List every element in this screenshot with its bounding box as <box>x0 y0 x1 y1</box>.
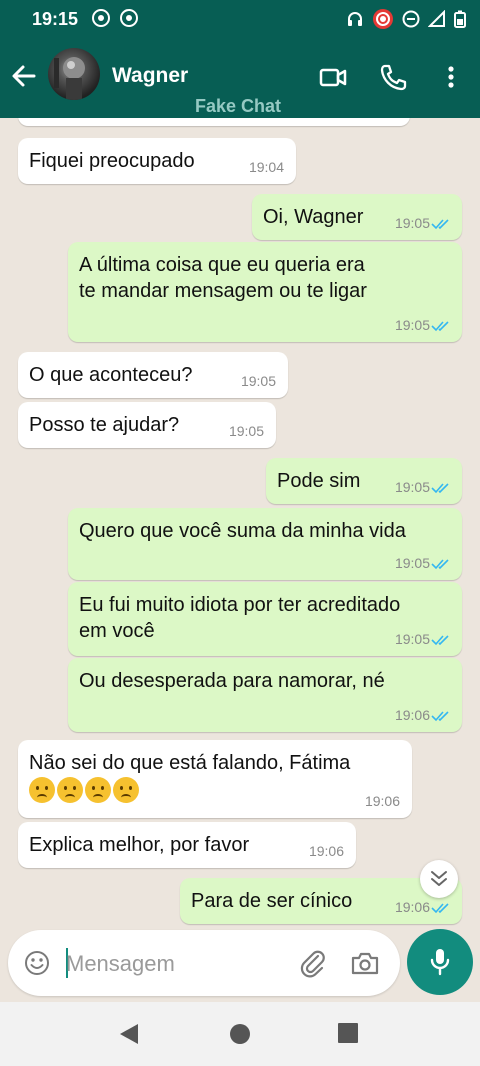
message-text: Oi, Wagner <box>263 206 364 228</box>
screen-record-icon <box>373 9 393 29</box>
incoming-message[interactable]: O que aconteceu? 19:05 <box>18 352 288 398</box>
message-text: Quero que você suma da minha vida <box>79 520 406 542</box>
frowning-face-emoji <box>85 776 111 803</box>
incoming-message[interactable]: Posso te ajudar? 19:05 <box>18 402 276 448</box>
message-time: 19:04 <box>248 159 284 175</box>
message-time: 19:05 <box>240 373 276 389</box>
incoming-message[interactable]: Fiquei preocupado 19:04 <box>18 138 296 184</box>
message-time: 19:05 <box>394 317 430 333</box>
message-time: 19:06 <box>394 899 430 915</box>
message-text: Posso te ajudar? <box>29 414 180 436</box>
message-line: Eu fui muito idiota por ter acreditado <box>79 594 401 616</box>
message-text: Ou desesperada para namorar, né <box>79 670 385 692</box>
read-receipt-icon <box>431 559 449 570</box>
voice-call-icon[interactable] <box>378 62 408 92</box>
message-time: 19:06 <box>364 793 400 809</box>
nav-back-icon[interactable] <box>118 1022 140 1046</box>
message-composer: Mensagem <box>8 930 400 996</box>
message-time: 19:05 <box>394 215 430 231</box>
read-receipt-icon <box>431 711 449 722</box>
incoming-message[interactable]: Explica melhor, por favor 19:06 <box>18 822 356 868</box>
frowning-face-emoji <box>113 776 139 803</box>
frowning-face-emoji <box>29 776 55 803</box>
read-receipt-icon <box>431 219 449 230</box>
message-time: 19:06 <box>394 707 430 723</box>
message-line: Não sei do que está falando, Fátima <box>29 752 351 774</box>
status-notification-icons <box>92 9 138 27</box>
app-watermark: Fake Chat <box>195 96 282 116</box>
chat-header: Wagner Fake Chat <box>0 38 480 118</box>
message-text: Fiquei preocupado <box>29 150 195 172</box>
outgoing-message[interactable]: Oi, Wagner 19:05 <box>252 194 462 240</box>
message-line: em você <box>79 620 155 642</box>
message-time: 19:05 <box>394 555 430 571</box>
camera-icon[interactable] <box>350 948 380 978</box>
battery-icon <box>454 10 466 28</box>
headset-icon <box>348 12 362 26</box>
nav-home-icon[interactable] <box>229 1023 251 1045</box>
outgoing-message[interactable]: Ou desesperada para namorar, né 19:06 <box>68 658 462 732</box>
message-time: 19:06 <box>308 843 344 859</box>
do-not-disturb-icon <box>402 10 420 28</box>
microphone-icon <box>430 949 450 976</box>
message-time: 19:05 <box>228 423 264 439</box>
message-text: Para de ser cínico <box>191 890 353 912</box>
message-text: Pode sim <box>277 470 361 492</box>
read-receipt-icon <box>431 903 449 914</box>
incoming-message[interactable]: Não sei do que está falando, Fátima 19:0… <box>18 740 412 818</box>
back-arrow-icon[interactable] <box>10 62 38 90</box>
frowning-face-emoji <box>57 776 83 803</box>
read-receipt-icon <box>431 483 449 494</box>
signal-icon <box>428 10 445 27</box>
status-system-icons <box>346 8 466 30</box>
message-bubble-partial[interactable] <box>18 118 410 126</box>
chat-messages-area[interactable]: Fiquei preocupado 19:04 Oi, Wagner 19:05… <box>0 118 480 930</box>
message-text: A última coisa que eu queria era te manda… <box>79 252 367 304</box>
emoji-row <box>29 776 141 803</box>
outgoing-message[interactable]: Eu fui muito idiota por ter acreditado em… <box>68 582 462 656</box>
message-input[interactable]: Mensagem <box>66 951 175 977</box>
voice-message-button[interactable] <box>407 929 473 995</box>
scroll-to-bottom-button[interactable] <box>420 860 458 898</box>
status-time: 19:15 <box>32 9 79 29</box>
message-time: 19:05 <box>394 631 430 647</box>
record-notification-icon <box>92 9 110 27</box>
message-text: Explica melhor, por favor <box>29 834 250 856</box>
outgoing-message[interactable]: Pode sim 19:05 <box>266 458 462 504</box>
message-time: 19:05 <box>394 479 430 495</box>
system-navigation-bar <box>0 1002 480 1066</box>
read-receipt-icon <box>431 635 449 646</box>
message-line: te mandar mensagem ou te ligar <box>79 280 367 302</box>
video-call-icon[interactable] <box>318 62 348 92</box>
double-chevron-down-icon <box>431 871 447 886</box>
message-text: Eu fui muito idiota por ter acreditado em… <box>79 592 400 644</box>
outgoing-message[interactable]: Quero que você suma da minha vida 19:05 <box>68 508 462 580</box>
avatar-photo <box>54 57 85 100</box>
more-options-icon[interactable] <box>436 62 466 92</box>
record-notification-icon-2 <box>120 9 138 27</box>
message-text: Não sei do que está falando, Fátima <box>29 750 350 803</box>
message-text: O que aconteceu? <box>29 364 193 386</box>
contact-name[interactable]: Wagner <box>112 64 188 88</box>
read-receipt-icon <box>431 321 449 332</box>
status-bar: 19:15 <box>0 0 480 38</box>
nav-recents-icon[interactable] <box>338 1023 358 1043</box>
contact-avatar[interactable] <box>48 48 100 100</box>
message-line: A última coisa que eu queria era <box>79 254 365 276</box>
outgoing-message[interactable]: A última coisa que eu queria era te manda… <box>68 242 462 342</box>
emoji-icon[interactable] <box>24 950 50 976</box>
attachment-icon[interactable] <box>298 948 328 978</box>
